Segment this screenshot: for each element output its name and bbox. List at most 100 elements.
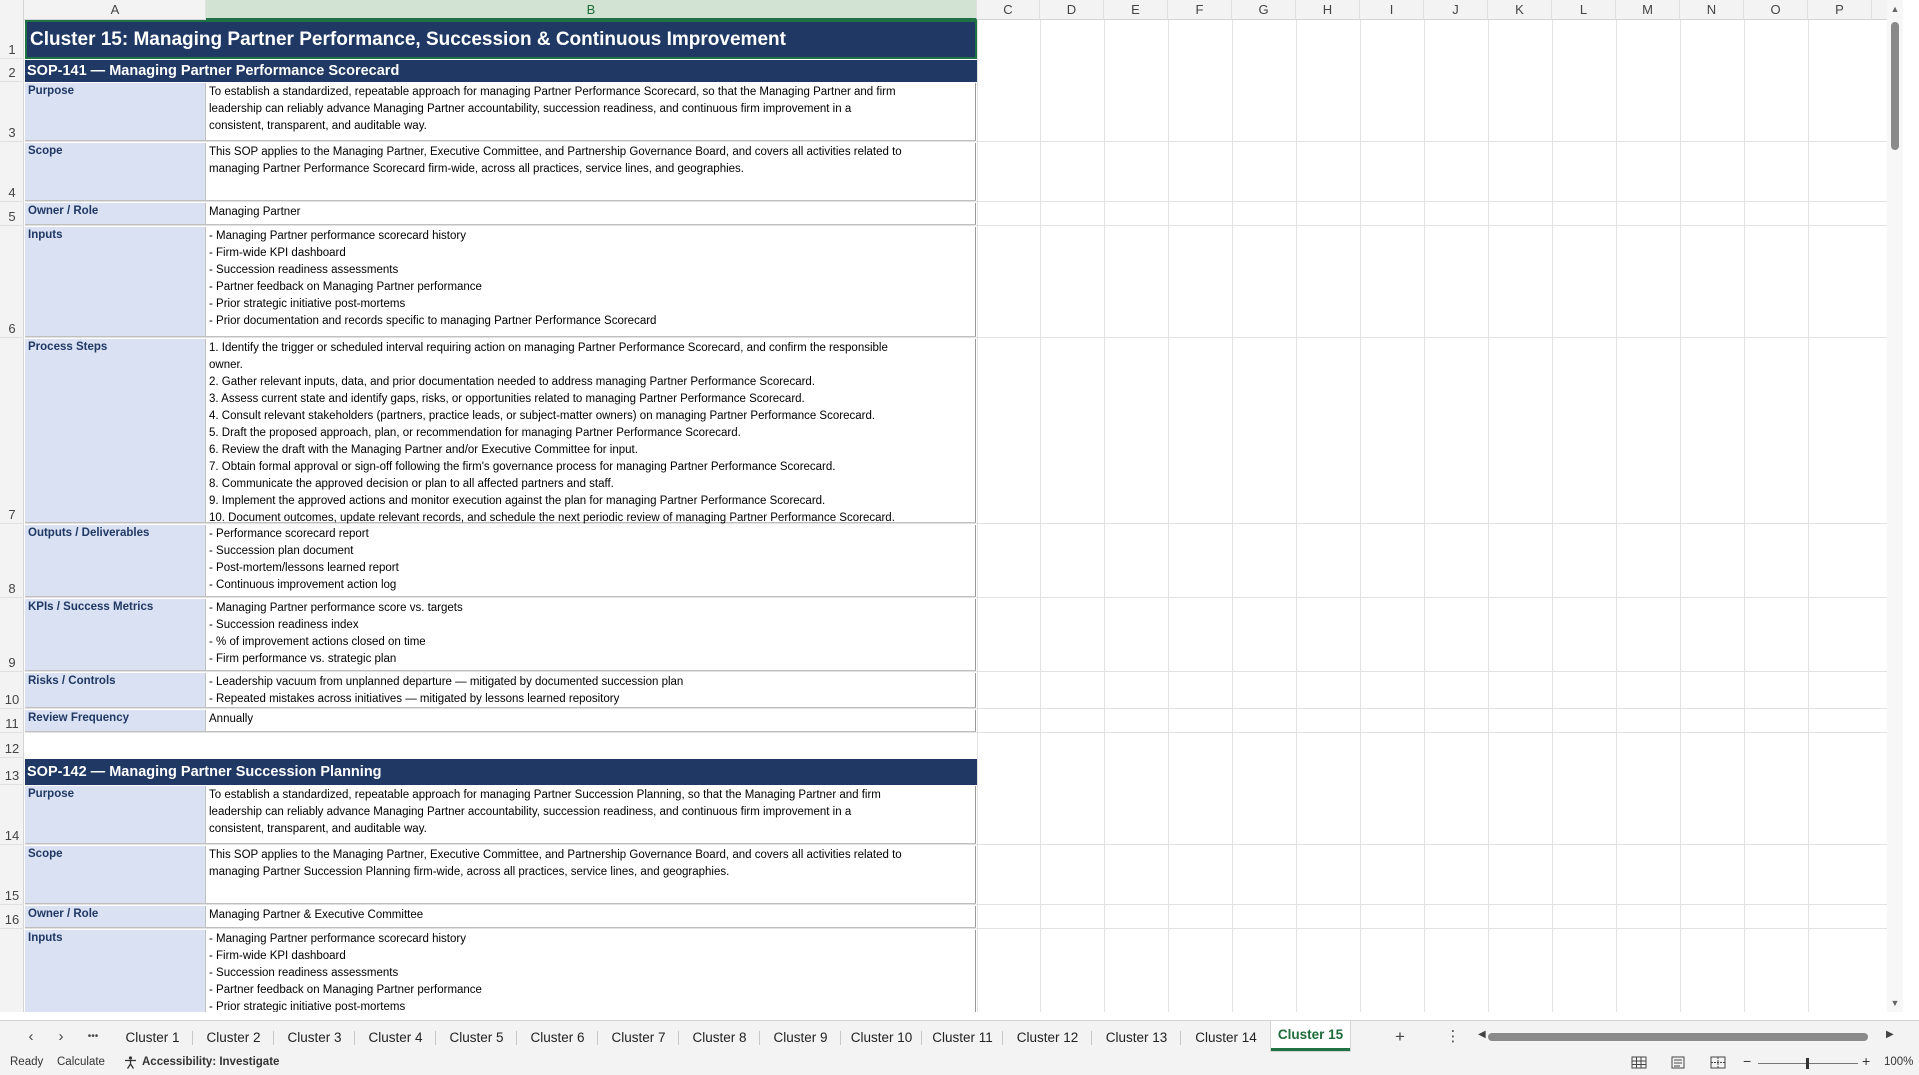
inputs-label-2[interactable]: Inputs — [25, 930, 206, 1012]
inputs-value-2[interactable]: - Managing Partner performance scorecard… — [206, 930, 976, 1012]
scope-value-2[interactable]: This SOP applies to the Managing Partner… — [206, 846, 976, 904]
risks-label[interactable]: Risks / Controls — [25, 673, 206, 708]
inputs-label[interactable]: Inputs — [25, 227, 206, 337]
owner-label-2[interactable]: Owner / Role — [25, 906, 206, 928]
cluster-title-cell[interactable]: Cluster 15: Managing Partner Performance… — [25, 20, 977, 59]
owner-value[interactable]: Managing Partner — [206, 203, 976, 225]
scope-label[interactable]: Scope — [25, 143, 206, 201]
row-header[interactable]: 10 — [0, 673, 24, 709]
row-header[interactable]: 7 — [0, 339, 24, 524]
process-steps-label[interactable]: Process Steps — [25, 339, 206, 523]
sheet-tab-cluster-6[interactable]: Cluster 6 — [517, 1025, 598, 1051]
row-header[interactable]: 1 — [0, 20, 24, 59]
process-steps-value[interactable]: 1. Identify the trigger or scheduled int… — [206, 339, 976, 524]
sop-142-header[interactable]: SOP-142 — Managing Partner Succession Pl… — [25, 759, 977, 785]
column-header-p[interactable]: P — [1808, 0, 1872, 20]
row-header[interactable]: 5 — [0, 203, 24, 226]
scope-label-2[interactable]: Scope — [25, 846, 206, 904]
sheet-tab-cluster-3[interactable]: Cluster 3 — [274, 1025, 355, 1051]
column-header-d[interactable]: D — [1040, 0, 1104, 20]
purpose-value-2[interactable]: To establish a standardized, repeatable … — [206, 786, 976, 844]
sheet-tab-cluster-13[interactable]: Cluster 13 — [1092, 1025, 1181, 1051]
accessibility-status[interactable]: Accessibility: Investigate — [142, 1056, 279, 1068]
purpose-label-2[interactable]: Purpose — [25, 786, 206, 844]
sheet-tab-cluster-11[interactable]: Cluster 11 — [922, 1025, 1003, 1051]
column-header-a[interactable]: A — [25, 0, 206, 20]
row-header[interactable]: 6 — [0, 227, 24, 338]
column-header-g[interactable]: G — [1232, 0, 1296, 20]
scroll-right-icon[interactable]: ▶ — [1886, 1029, 1894, 1040]
sheet-tab-cluster-12[interactable]: Cluster 12 — [1003, 1025, 1092, 1051]
kpis-label[interactable]: KPIs / Success Metrics — [25, 599, 206, 671]
purpose-label[interactable]: Purpose — [25, 83, 206, 141]
sheet-tab-cluster-2[interactable]: Cluster 2 — [193, 1025, 274, 1051]
owner-value-2[interactable]: Managing Partner & Executive Committee — [206, 906, 976, 928]
row-header[interactable]: 13 — [0, 759, 24, 785]
scope-value[interactable]: This SOP applies to the Managing Partner… — [206, 143, 976, 201]
row-header[interactable]: 15 — [0, 846, 24, 905]
row-header[interactable]: 9 — [0, 599, 24, 672]
row-header[interactable]: 14 — [0, 786, 24, 845]
column-header-i[interactable]: I — [1360, 0, 1424, 20]
zoom-level[interactable]: 100% — [1884, 1056, 1913, 1068]
sheet-tab-cluster-7[interactable]: Cluster 7 — [598, 1025, 679, 1051]
sheet-tab-cluster-15[interactable]: Cluster 15 — [1271, 1021, 1350, 1051]
horizontal-scroll-thumb[interactable] — [1488, 1033, 1868, 1041]
purpose-value[interactable]: To establish a standardized, repeatable … — [206, 83, 976, 141]
sheet-tab-cluster-14[interactable]: Cluster 14 — [1181, 1025, 1271, 1051]
select-all-corner[interactable] — [0, 0, 24, 20]
page-break-view-icon[interactable] — [1709, 1055, 1727, 1070]
sheet-tab-cluster-4[interactable]: Cluster 4 — [355, 1025, 436, 1051]
scroll-left-icon[interactable]: ◀ — [1478, 1029, 1486, 1040]
column-header-k[interactable]: K — [1488, 0, 1552, 20]
sop-141-header[interactable]: SOP-141 — Managing Partner Performance S… — [25, 60, 977, 82]
more-tabs-icon[interactable]: ••• — [82, 1027, 104, 1047]
column-header-j[interactable]: J — [1424, 0, 1488, 20]
column-header-m[interactable]: M — [1616, 0, 1680, 20]
row-header[interactable]: 3 — [0, 83, 24, 142]
calculate-button[interactable]: Calculate — [57, 1056, 105, 1068]
row-header[interactable]: 2 — [0, 60, 24, 82]
column-header-o[interactable]: O — [1744, 0, 1808, 20]
review-frequency-label[interactable]: Review Frequency — [25, 710, 206, 732]
review-frequency-value[interactable]: Annually — [206, 710, 976, 732]
row-header[interactable]: 8 — [0, 525, 24, 598]
column-header-c[interactable]: C — [977, 0, 1040, 20]
sheet-tab-cluster-5[interactable]: Cluster 5 — [436, 1025, 517, 1051]
column-header-b[interactable]: B — [206, 0, 977, 20]
zoom-in-icon[interactable]: + — [1862, 1053, 1870, 1069]
vertical-scroll-thumb[interactable] — [1891, 22, 1899, 150]
scroll-down-icon[interactable]: ▼ — [1890, 998, 1900, 1008]
cell-area[interactable]: Cluster 15: Managing Partner Performance… — [25, 20, 1903, 1012]
chevron-left-icon[interactable]: ‹ — [20, 1027, 42, 1047]
sheet-tab-cluster-10[interactable]: Cluster 10 — [841, 1025, 922, 1051]
row-header[interactable]: 17 — [0, 930, 24, 1012]
owner-label[interactable]: Owner / Role — [25, 203, 206, 225]
add-sheet-button[interactable]: + — [1389, 1027, 1411, 1047]
page-layout-view-icon[interactable] — [1669, 1055, 1687, 1070]
row-header[interactable]: 16 — [0, 906, 24, 929]
sheet-tab-cluster-1[interactable]: Cluster 1 — [112, 1025, 193, 1051]
row-header[interactable]: 4 — [0, 143, 24, 202]
risks-value[interactable]: - Leadership vacuum from unplanned depar… — [206, 673, 976, 708]
outputs-value[interactable]: - Performance scorecard report - Success… — [206, 525, 976, 597]
horizontal-scrollbar[interactable]: ◀ ▶ — [1478, 1029, 1896, 1043]
sheet-options-icon[interactable]: ⋮ — [1442, 1027, 1464, 1047]
sheet-tab-cluster-8[interactable]: Cluster 8 — [679, 1025, 760, 1051]
scroll-up-icon[interactable]: ▲ — [1890, 4, 1900, 14]
column-header-f[interactable]: F — [1168, 0, 1232, 20]
outputs-label[interactable]: Outputs / Deliverables — [25, 525, 206, 597]
inputs-value[interactable]: - Managing Partner performance scorecard… — [206, 227, 976, 337]
chevron-right-icon[interactable]: › — [50, 1027, 72, 1047]
vertical-scrollbar[interactable]: ▲ ▼ — [1887, 0, 1903, 1012]
column-header-l[interactable]: L — [1552, 0, 1616, 20]
row-header[interactable]: 11 — [0, 710, 24, 733]
kpis-value[interactable]: - Managing Partner performance score vs.… — [206, 599, 976, 671]
zoom-out-icon[interactable]: − — [1743, 1053, 1751, 1069]
column-header-n[interactable]: N — [1680, 0, 1744, 20]
column-header-h[interactable]: H — [1296, 0, 1360, 20]
spreadsheet-grid[interactable]: ABCDEFGHIJKLMNOP 1 2 3 4 5 6 7 8 9 10 11 12 13 14 15 16… — [0, 0, 1903, 1012]
row-header[interactable]: 12 — [0, 734, 24, 758]
sheet-tab-cluster-9[interactable]: Cluster 9 — [760, 1025, 841, 1051]
normal-view-icon[interactable] — [1630, 1055, 1648, 1070]
